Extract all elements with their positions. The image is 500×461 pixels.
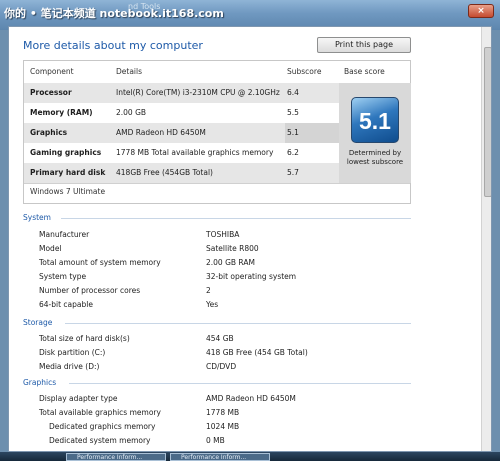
- divider: [24, 183, 410, 184]
- component-label: Gaming graphics: [30, 148, 102, 157]
- info-value: 1778 MB: [206, 408, 240, 417]
- subscore-value: 5.7: [287, 168, 299, 177]
- info-key: Display adapter type: [39, 394, 118, 403]
- component-details: 418GB Free (454GB Total): [116, 168, 213, 177]
- info-key: Total size of hard disk(s): [39, 334, 130, 343]
- os-edition: Windows 7 Ultimate: [30, 187, 106, 196]
- component-details: 1778 MB Total available graphics memory: [116, 148, 274, 157]
- window-title: nd Tools: [128, 2, 161, 11]
- close-window-button[interactable]: ×: [468, 4, 494, 18]
- info-value: TOSHIBA: [206, 230, 240, 239]
- section-divider: [69, 383, 411, 384]
- section-title-system: System: [23, 213, 51, 222]
- info-key: Model: [39, 244, 62, 253]
- scroll-thumb[interactable]: [484, 47, 491, 197]
- info-key: Total available graphics memory: [39, 408, 161, 417]
- info-value: 2.00 GB RAM: [206, 258, 255, 267]
- table-row: Gaming graphics 1778 MB Total available …: [24, 143, 339, 163]
- subscore-value: 6.2: [287, 148, 299, 157]
- table-row: Processor Intel(R) Core(TM) i3-2310M CPU…: [24, 83, 339, 103]
- component-label: Primary hard disk: [30, 168, 106, 177]
- score-table: Component Details Subscore Base score Pr…: [23, 60, 411, 204]
- details-page: More details about my computer Print thi…: [8, 26, 492, 452]
- component-label: Memory (RAM): [30, 108, 93, 117]
- subscore-value: 6.4: [287, 88, 299, 97]
- subscore-value: 5.1: [285, 123, 339, 143]
- component-details: AMD Radeon HD 6450M: [116, 128, 206, 137]
- subscore-value: 5.5: [287, 108, 299, 117]
- base-score-panel: 5.1 Determined by lowest subscore: [339, 83, 411, 183]
- component-label: Graphics: [30, 128, 68, 137]
- header-details: Details: [116, 67, 143, 76]
- info-value: AMD Radeon HD 6450M: [206, 394, 296, 403]
- info-key: Disk partition (C:): [39, 348, 106, 357]
- print-button[interactable]: Print this page: [317, 37, 411, 53]
- table-row: Primary hard disk 418GB Free (454GB Tota…: [24, 163, 339, 183]
- info-key: Number of processor cores: [39, 286, 141, 295]
- header-component: Component: [30, 67, 74, 76]
- page-title: More details about my computer: [23, 39, 203, 52]
- info-key: 64-bit capable: [39, 300, 93, 309]
- taskbar-item[interactable]: Performance Inform...: [66, 453, 166, 461]
- watermark-text: 你的 • 笔记本频道 notebook.it168.com: [4, 7, 224, 20]
- vertical-scrollbar[interactable]: [481, 27, 491, 451]
- info-value: Satellite R800: [206, 244, 259, 253]
- component-details: Intel(R) Core(TM) i3-2310M CPU @ 2.10GHz: [116, 88, 280, 97]
- info-value: 2: [206, 286, 211, 295]
- component-label: Processor: [30, 88, 72, 97]
- info-key: Media drive (D:): [39, 362, 100, 371]
- info-key: Dedicated graphics memory: [49, 422, 156, 431]
- info-value: 32-bit operating system: [206, 272, 297, 281]
- header-subscore: Subscore: [287, 67, 322, 76]
- component-details: 2.00 GB: [116, 108, 147, 117]
- info-value: 0 MB: [206, 436, 225, 445]
- header-base-score: Base score: [344, 67, 385, 76]
- info-value: 1024 MB: [206, 422, 240, 431]
- table-row: Memory (RAM) 2.00 GB 5.5: [24, 103, 339, 123]
- section-title-graphics: Graphics: [23, 378, 57, 387]
- info-key: Dedicated system memory: [49, 436, 151, 445]
- base-score-badge: 5.1: [351, 97, 399, 143]
- info-value: CD/DVD: [206, 362, 237, 371]
- info-key: System type: [39, 272, 87, 281]
- table-row: Graphics AMD Radeon HD 6450M 5.1: [24, 123, 339, 143]
- info-value: 418 GB Free (454 GB Total): [206, 348, 308, 357]
- section-divider: [65, 323, 411, 324]
- info-key: Total amount of system memory: [39, 258, 161, 267]
- taskbar: Performance Inform... Performance Inform…: [0, 452, 500, 461]
- info-value: Yes: [206, 300, 219, 309]
- info-value: 454 GB: [206, 334, 234, 343]
- taskbar-item[interactable]: Performance Inform...: [170, 453, 270, 461]
- info-key: Manufacturer: [39, 230, 90, 239]
- section-divider: [61, 218, 411, 219]
- base-score-caption: Determined by lowest subscore: [346, 149, 404, 166]
- section-title-storage: Storage: [23, 318, 53, 327]
